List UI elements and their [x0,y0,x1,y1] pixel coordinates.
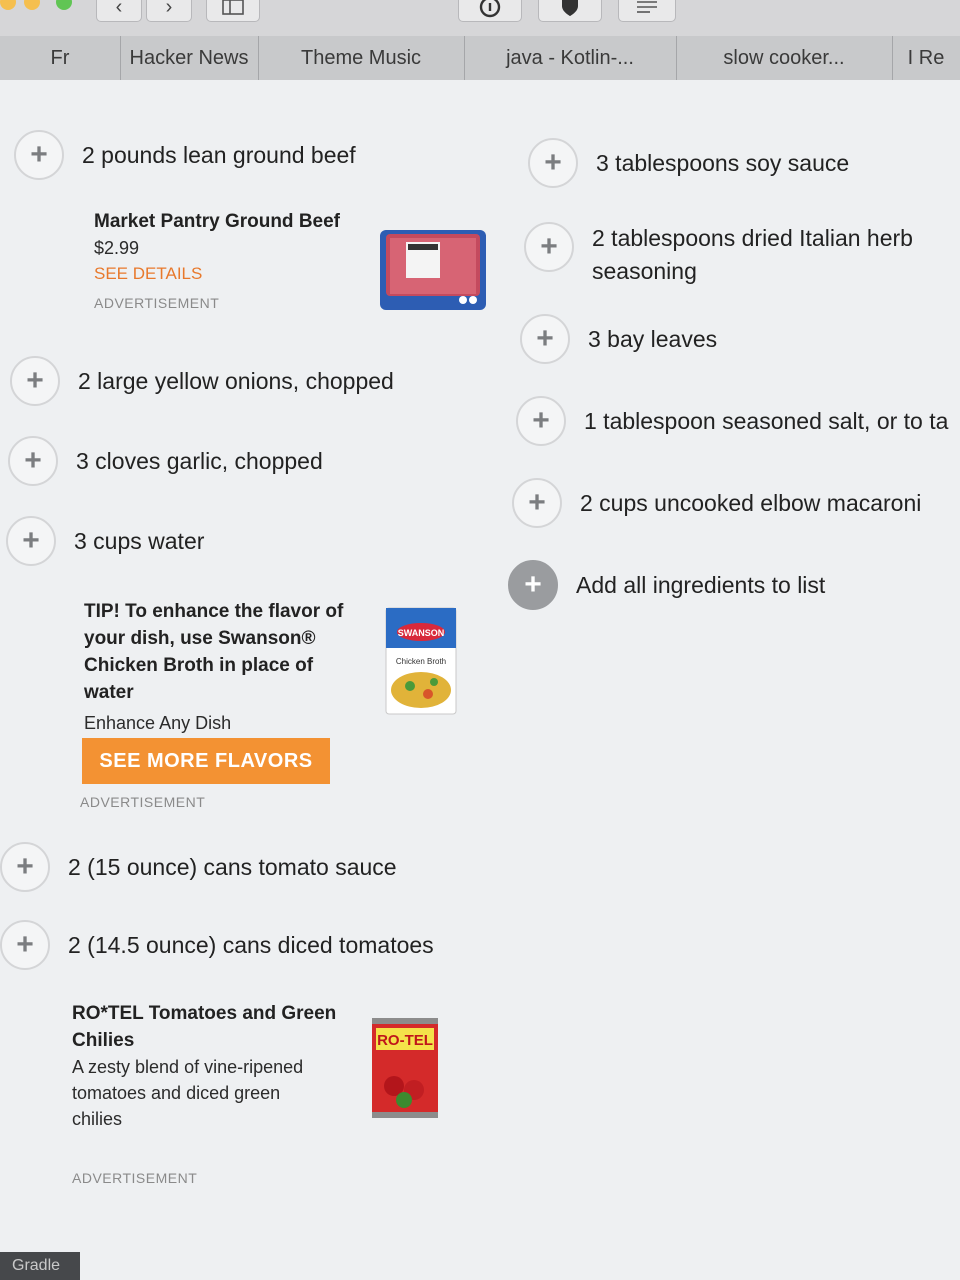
tab-label: slow cooker... [723,46,845,69]
tab-label: Hacker News [129,46,249,69]
status-label: Gradle [12,1257,61,1274]
zoom-dot[interactable] [24,0,40,10]
ground-beef-product-image [380,230,486,310]
ingredient-item[interactable]: + 2 (14.5 ounce) cans diced tomatoes [0,920,434,970]
ingredient-label: 3 cups water [74,527,205,554]
ingredient-item[interactable]: + 3 cups water [6,516,204,566]
plus-icon[interactable]: + [520,314,570,364]
browser-toolbar: ‹ › [0,0,960,36]
ingredient-item[interactable]: + 2 tablespoons dried Italian herb seaso… [524,222,942,288]
ingredient-item[interactable]: + 2 pounds lean ground beef [14,130,356,180]
ad-title-line: your dish, use Swanson® [84,628,316,649]
ad-desc-line: chilies [72,1109,123,1129]
button-label: SEE MORE FLAVORS [99,749,313,772]
see-more-flavors-button[interactable]: SEE MORE FLAVORS [82,738,330,784]
ad-title: Market Pantry Ground Beef [94,211,340,232]
ad-desc-line: tomatoes and diced green [72,1083,281,1103]
plus-icon[interactable]: + [10,356,60,406]
tab-hacker-news[interactable]: Hacker News [120,36,259,80]
ingredient-label: 1 tablespoon seasoned salt, or to ta [584,407,949,434]
plus-icon[interactable]: + [14,130,64,180]
ad-title-line: TIP! To enhance the flavor of [84,601,344,622]
fullscreen-dot[interactable] [56,0,72,10]
forward-button[interactable]: › [146,0,192,22]
ad-price: $2.99 [94,238,140,258]
sidebar-button[interactable] [206,0,260,22]
ad-title-line: RO*TEL Tomatoes and Green [72,1003,337,1024]
minimize-dot[interactable] [0,0,16,10]
ad-subtitle: Enhance Any Dish [84,713,232,733]
reader-button[interactable] [618,0,676,22]
see-details-link[interactable]: SEE DETAILS [94,261,374,287]
ingredient-label: 2 tablespoons dried Italian herb seasoni… [592,225,913,284]
plus-icon[interactable]: + [508,560,558,610]
ingredient-item[interactable]: + 1 tablespoon seasoned salt, or to ta [516,396,948,446]
sidebar-icon [222,0,244,15]
plus-icon[interactable]: + [0,920,50,970]
ad-ground-beef: Market Pantry Ground Beef $2.99 SEE DETA… [94,208,374,311]
reader-icon [637,1,657,13]
tab-label: Theme Music [300,46,422,69]
plus-icon[interactable]: + [528,138,578,188]
add-all-ingredients[interactable]: + Add all ingredients to list [508,560,825,610]
shield-icon [562,0,578,16]
add-all-label: Add all ingredients to list [576,571,826,598]
ingredient-label: 2 (15 ounce) cans tomato sauce [68,853,397,880]
ad-swanson: TIP! To enhance the flavor of your dish,… [84,598,374,736]
ad-label: ADVERTISEMENT [72,1170,198,1186]
plus-icon[interactable]: + [0,842,50,892]
plus-icon[interactable]: + [8,436,58,486]
ad-title-line: Chicken Broth in place of [84,655,314,676]
ingredient-label: 3 cloves garlic, chopped [76,447,323,474]
package-text: Chicken Broth [396,657,446,666]
ingredient-label: 2 pounds lean ground beef [82,141,356,168]
ingredient-item[interactable]: + 3 cloves garlic, chopped [8,436,323,486]
tab-bar: Fr Hacker News Theme Music java - Kotlin… [0,36,960,81]
status-bar: Gradle [0,1252,80,1280]
tab-fr[interactable]: Fr [0,36,121,80]
shield-button[interactable] [538,0,602,22]
tab-slow-cooker[interactable]: slow cooker... [676,36,893,80]
info-button[interactable] [458,0,522,22]
plus-icon[interactable]: + [6,516,56,566]
ingredient-item[interactable]: + 2 cups uncooked elbow macaroni [512,478,921,528]
ingredient-item[interactable]: + 2 large yellow onions, chopped [10,356,394,406]
tab-label: java - Kotlin-... [506,46,634,69]
ingredient-label: 2 large yellow onions, chopped [78,367,394,394]
ad-label: ADVERTISEMENT [94,295,220,311]
rotel-can-product-image: RO-TEL [372,1018,438,1118]
ad-title-line: Chilies [72,1030,135,1051]
tab-label: I Re [907,46,945,69]
back-button[interactable]: ‹ [96,0,142,22]
ingredient-label: 2 cups uncooked elbow macaroni [580,489,922,516]
ad-label: ADVERTISEMENT [80,794,206,810]
ingredient-item[interactable]: + 2 (15 ounce) cans tomato sauce [0,842,397,892]
tab-theme-music[interactable]: Theme Music [258,36,465,80]
package-brand: SWANSON [398,628,445,638]
info-icon [479,0,501,18]
ingredient-label: 3 tablespoons soy sauce [596,149,850,176]
tab-java-kotlin[interactable]: java - Kotlin-... [464,36,677,80]
ingredient-item[interactable]: + 3 tablespoons soy sauce [528,138,849,188]
swanson-broth-product-image: SWANSON Chicken Broth [385,607,457,715]
tab-more[interactable]: I Re [892,36,960,80]
ad-desc-line: A zesty blend of vine-ripened [72,1057,304,1077]
ingredient-label: 2 (14.5 ounce) cans diced tomatoes [68,931,434,958]
ad-rotel: RO*TEL Tomatoes and Green Chilies A zest… [72,1000,362,1132]
plus-icon[interactable]: + [516,396,566,446]
ingredient-item[interactable]: + 3 bay leaves [520,314,717,364]
tab-label: Fr [50,46,70,69]
can-brand-text: RO-TEL [377,1032,433,1049]
plus-icon[interactable]: + [524,222,574,272]
ad-title-line: water [84,682,134,703]
ingredient-label: 3 bay leaves [588,325,718,352]
plus-icon[interactable]: + [512,478,562,528]
